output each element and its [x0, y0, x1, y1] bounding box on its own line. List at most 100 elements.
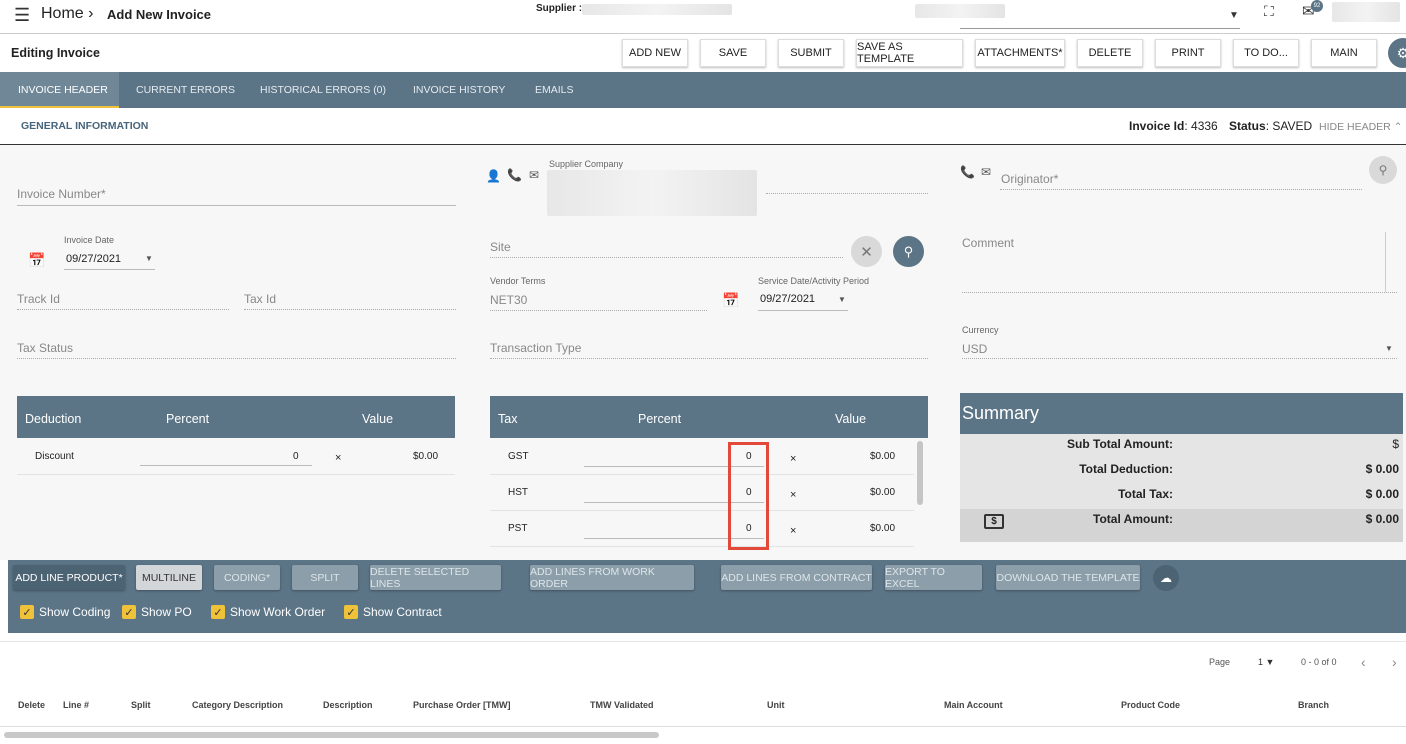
tax-table-scrollbar[interactable] — [917, 441, 923, 505]
add-line-product-button[interactable]: ADD LINE PRODUCT* — [13, 565, 125, 590]
comment-field[interactable]: Comment — [962, 236, 1014, 250]
vendor-terms-input[interactable]: NET30 — [490, 293, 527, 307]
todo-button[interactable]: TO DO... — [1233, 39, 1299, 67]
site-field[interactable]: Site — [490, 240, 511, 254]
supplier-company-blurred[interactable] — [547, 170, 757, 216]
percent-col-header: Percent — [166, 412, 210, 426]
split-button[interactable]: SPLIT — [292, 565, 358, 590]
phone-icon[interactable]: 📞 — [507, 168, 522, 182]
delete-button[interactable]: DELETE — [1077, 39, 1143, 67]
total-deduction-label: Total Deduction: — [1079, 462, 1173, 476]
horizontal-scrollbar[interactable] — [4, 732, 659, 738]
col-category-description[interactable]: Category Description — [192, 700, 283, 710]
deduction-table-header: Deduction Percent Value — [17, 396, 455, 438]
chevron-down-icon[interactable]: ▼ — [1385, 344, 1393, 353]
col-unit[interactable]: Unit — [767, 700, 785, 710]
save-as-template-button[interactable]: SAVE AS TEMPLATE — [856, 39, 963, 67]
col-delete[interactable]: Delete — [18, 700, 45, 710]
role-dropdown-icon[interactable]: ▼ — [1229, 10, 1239, 21]
multiline-button[interactable]: MULTILINE — [136, 565, 202, 590]
invoice-date-input[interactable]: 09/27/2021 — [66, 253, 121, 265]
upload-cloud-icon[interactable]: ☁ — [1153, 565, 1179, 591]
phone-icon[interactable]: 📞 — [960, 165, 975, 179]
tab-invoice-history[interactable]: INVOICE HISTORY — [413, 72, 505, 108]
col-tmw-validated[interactable]: TMW Validated — [590, 700, 654, 710]
add-lines-from-contract-button[interactable]: ADD LINES FROM CONTRACT — [721, 565, 872, 590]
site-underline — [490, 257, 843, 258]
export-to-excel-button[interactable]: EXPORT TO EXCEL — [885, 565, 982, 590]
notification-badge: 92 — [1311, 0, 1323, 12]
total-tax-value: $ 0.00 — [1365, 487, 1399, 501]
col-branch[interactable]: Branch — [1298, 700, 1329, 710]
tax-status-field[interactable]: Tax Status — [17, 341, 73, 355]
track-id-field[interactable]: Track Id — [17, 292, 60, 306]
user-profile-blurred[interactable] — [1332, 2, 1400, 22]
invoice-number-field[interactable]: Invoice Number* — [17, 187, 106, 201]
tax-id-underline — [244, 309, 456, 310]
fullscreen-icon[interactable]: ⛶ — [1264, 3, 1274, 20]
main-button[interactable]: MAIN — [1311, 39, 1377, 67]
col-description[interactable]: Description — [323, 700, 373, 710]
save-button[interactable]: SAVE — [700, 39, 766, 67]
col-split[interactable]: Split — [131, 700, 151, 710]
service-date-input[interactable]: 09/27/2021 — [760, 293, 815, 305]
tax-name-pst: PST — [508, 523, 528, 534]
submit-button[interactable]: SUBMIT — [778, 39, 844, 67]
originator-field[interactable]: Originator* — [1001, 172, 1058, 186]
transaction-type-field[interactable]: Transaction Type — [490, 341, 581, 355]
search-originator-icon[interactable]: ⚲ — [1369, 156, 1397, 184]
add-new-button[interactable]: ADD NEW — [622, 39, 688, 67]
pst-value: $0.00 — [870, 523, 896, 534]
tax-name-gst: GST — [508, 451, 529, 462]
clear-deduction-icon[interactable]: × — [335, 452, 341, 464]
col-line-number[interactable]: Line # — [63, 700, 89, 710]
print-button[interactable]: PRINT — [1155, 39, 1221, 67]
col-main-account[interactable]: Main Account — [944, 700, 1003, 710]
person-icon[interactable]: 👤 — [486, 169, 501, 183]
hamburger-menu-icon[interactable]: ☰ — [14, 5, 30, 26]
currency-select[interactable]: USD — [962, 342, 987, 356]
prev-page-icon[interactable]: ‹ — [1361, 654, 1366, 670]
clear-pst-icon[interactable]: × — [790, 525, 796, 537]
chevron-down-icon[interactable]: ▼ — [145, 254, 153, 263]
tax-id-field[interactable]: Tax Id — [244, 292, 276, 306]
delete-selected-lines-button[interactable]: DELETE SELECTED LINES — [370, 565, 501, 590]
show-contract-checkbox[interactable]: ✓ Show Contract — [344, 605, 442, 619]
service-date-label: Service Date/Activity Period — [758, 276, 870, 286]
show-coding-checkbox[interactable]: ✓ Show Coding — [20, 605, 110, 619]
sub-total-label: Sub Total Amount: — [1067, 437, 1173, 451]
hide-header-button[interactable]: HIDE HEADER ⌃ — [1319, 121, 1402, 133]
tab-invoice-header[interactable]: INVOICE HEADER — [0, 72, 119, 108]
breadcrumb-home[interactable]: Home › — [41, 5, 93, 23]
calendar-icon[interactable]: 📅 — [722, 292, 739, 309]
col-purchase-order[interactable]: Purchase Order [TMW] — [413, 700, 511, 710]
search-site-icon[interactable]: ⚲ — [893, 236, 924, 267]
top-bar: ☰ Home › Add New Invoice Supplier : ▼ ⛶ … — [0, 0, 1406, 34]
coding-button[interactable]: CODING* — [214, 565, 280, 590]
attachments-button[interactable]: ATTACHMENTS* — [975, 39, 1065, 67]
show-work-order-checkbox[interactable]: ✓ Show Work Order — [211, 605, 325, 619]
email-icon[interactable]: ✉ — [529, 168, 539, 182]
supplier-label: Supplier : — [536, 3, 583, 14]
user-role-blurred — [915, 4, 1005, 18]
settings-gear-icon[interactable]: ⚙ — [1388, 38, 1406, 68]
tab-current-errors[interactable]: CURRENT ERRORS — [136, 72, 235, 108]
clear-gst-icon[interactable]: × — [790, 453, 796, 465]
deduction-percent-input[interactable]: 0 — [293, 451, 299, 462]
col-product-code[interactable]: Product Code — [1121, 700, 1180, 710]
page-select[interactable]: 1 ▼ — [1258, 657, 1274, 667]
clear-site-icon[interactable]: ✕ — [851, 236, 882, 267]
calendar-icon[interactable]: 📅 — [28, 252, 45, 269]
download-template-button[interactable]: DOWNLOAD THE TEMPLATE — [996, 565, 1140, 590]
vendor-terms-label: Vendor Terms — [490, 276, 546, 286]
chevron-down-icon[interactable]: ▼ — [838, 295, 846, 304]
next-page-icon[interactable]: › — [1392, 654, 1397, 670]
email-icon[interactable]: ✉ — [981, 165, 991, 179]
clear-hst-icon[interactable]: × — [790, 489, 796, 501]
show-po-checkbox[interactable]: ✓ Show PO — [122, 605, 192, 619]
tab-emails[interactable]: EMAILS — [535, 72, 574, 108]
value-col-header: Value — [362, 412, 394, 426]
row-divider — [17, 474, 455, 475]
tab-historical-errors[interactable]: HISTORICAL ERRORS (0) — [260, 72, 386, 108]
add-lines-from-work-order-button[interactable]: ADD LINES FROM WORK ORDER — [530, 565, 694, 590]
